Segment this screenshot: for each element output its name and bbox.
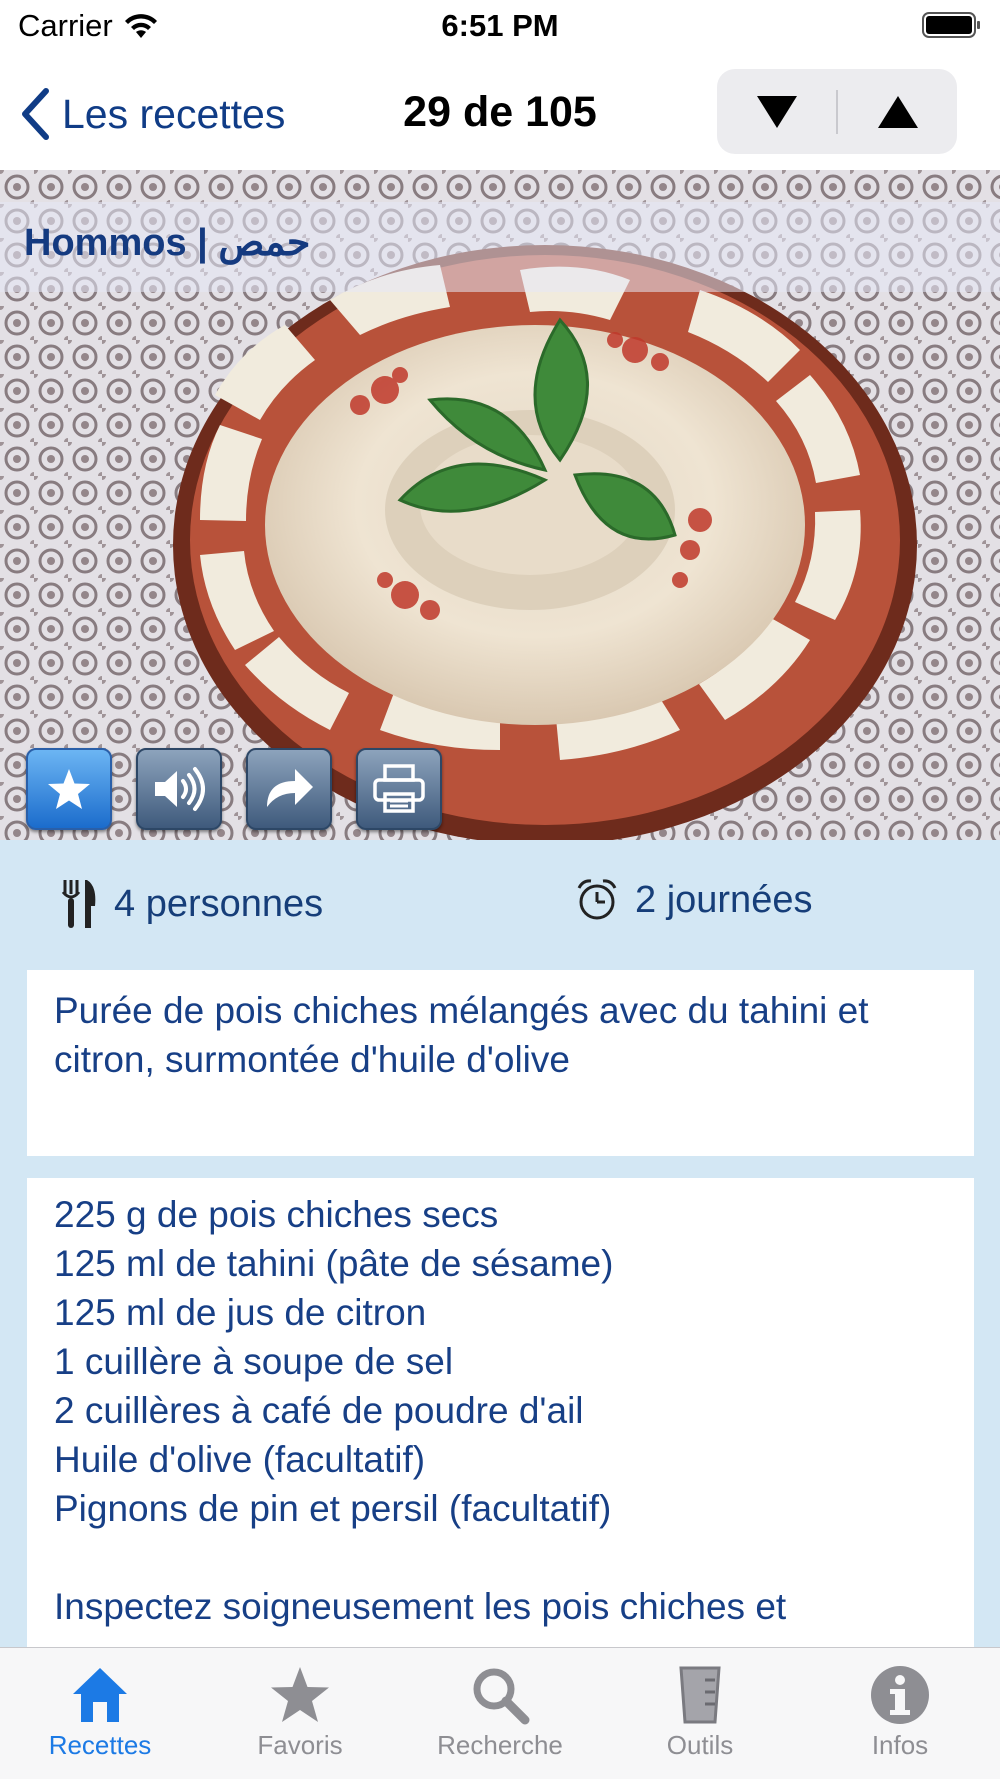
navigation-bar: Les recettes 29 de 105 xyxy=(0,56,1000,170)
ingredient-item: 225 g de pois chiches secs xyxy=(54,1194,499,1235)
recipe-description: Purée de pois chiches mélangés avec du t… xyxy=(54,990,869,1080)
status-bar: Carrier 6:51 PM xyxy=(0,0,1000,56)
tab-bar: Recettes Favoris Recherche Outils Infos xyxy=(0,1647,1000,1779)
duration-info: 2 journées xyxy=(575,878,812,922)
triangle-up-icon xyxy=(877,95,918,128)
measuring-cup-icon xyxy=(679,1666,721,1724)
battery-icon xyxy=(922,12,980,38)
triangle-down-icon xyxy=(756,95,797,128)
ingredient-item: Pignons de pin et persil (facultatif) xyxy=(54,1488,612,1529)
tab-recettes[interactable]: Recettes xyxy=(0,1648,200,1779)
share-button[interactable] xyxy=(246,748,332,830)
recipe-content[interactable]: 4 personnes 2 journées Purée de pois chi… xyxy=(0,840,1000,1648)
info-icon xyxy=(871,1666,929,1724)
duration-label: 2 journées xyxy=(635,878,813,921)
tab-favoris[interactable]: Favoris xyxy=(200,1648,400,1779)
house-icon xyxy=(73,1668,127,1722)
servings-info: 4 personnes xyxy=(60,878,323,930)
ingredient-item: Huile d'olive (facultatif) xyxy=(54,1439,426,1480)
favorite-button[interactable] xyxy=(26,748,112,830)
recipe-stepper xyxy=(717,69,957,154)
recipe-counter: 29 de 105 xyxy=(403,88,597,136)
tab-label: Infos xyxy=(871,1730,929,1760)
fork-knife-icon xyxy=(61,880,96,928)
recipe-title: Hommos | حمص xyxy=(24,222,311,264)
tab-label: Outils xyxy=(666,1730,734,1760)
ingredients-spacer xyxy=(54,1533,947,1582)
star-icon xyxy=(48,769,90,809)
tab-outils[interactable]: Outils xyxy=(600,1648,800,1779)
ingredient-item: 125 ml de jus de citron xyxy=(54,1292,427,1333)
instructions-text: Inspectez soigneusement les pois chiches… xyxy=(54,1586,787,1627)
share-arrow-icon xyxy=(267,769,313,807)
tab-label: Recettes xyxy=(48,1730,152,1760)
star-icon xyxy=(271,1667,329,1722)
alarm-clock-icon xyxy=(577,879,617,920)
servings-label: 4 personnes xyxy=(114,882,324,925)
tab-recherche[interactable]: Recherche xyxy=(400,1648,600,1779)
tab-infos[interactable]: Infos xyxy=(800,1648,1000,1779)
audio-button[interactable] xyxy=(136,748,222,830)
recipe-meta: 4 personnes 2 journées xyxy=(0,878,1000,938)
ingredient-item: 125 ml de tahini (pâte de sésame) xyxy=(54,1243,614,1284)
next-recipe-button[interactable] xyxy=(717,69,836,154)
recipe-photo: Hommos | حمص xyxy=(0,170,1000,840)
printer-icon xyxy=(373,764,425,813)
recipe-actions xyxy=(26,748,442,830)
status-time: 6:51 PM xyxy=(441,8,559,43)
ingredient-item: 2 cuillères à café de poudre d'ail xyxy=(54,1390,584,1431)
print-button[interactable] xyxy=(356,748,442,830)
previous-recipe-button[interactable] xyxy=(838,69,957,154)
magnifier-icon xyxy=(473,1668,530,1725)
tab-label: Favoris xyxy=(257,1730,343,1760)
speaker-icon xyxy=(155,767,205,811)
ingredient-item: 1 cuillère à soupe de sel xyxy=(54,1341,454,1382)
tab-label: Recherche xyxy=(437,1730,563,1760)
ingredients-card: 225 g de pois chiches secs 125 ml de tah… xyxy=(27,1178,974,1648)
description-card: Purée de pois chiches mélangés avec du t… xyxy=(27,970,974,1156)
